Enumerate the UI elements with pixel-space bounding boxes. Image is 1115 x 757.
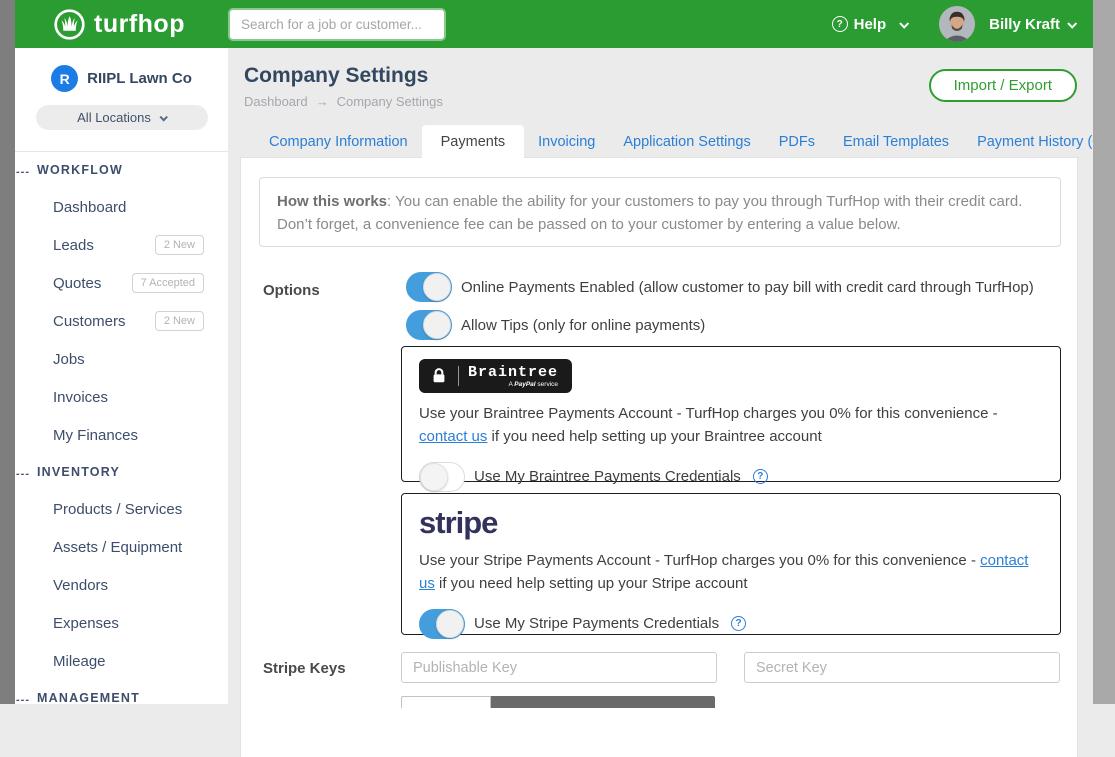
chevron-down-icon	[899, 18, 909, 28]
sidebar-item-quotes[interactable]: Quotes 7 Accepted	[15, 264, 228, 302]
toggle-knob	[436, 610, 464, 638]
how-this-works-note: How this works: You can enable the abili…	[259, 177, 1061, 247]
section-dashes-icon: ---	[16, 468, 30, 480]
braintree-help-icon[interactable]: ?	[753, 469, 768, 484]
search-input[interactable]	[230, 10, 444, 39]
sidebar-item-assets-equipment[interactable]: Assets / Equipment	[15, 528, 228, 566]
sidebar-item-dashboard[interactable]: Dashboard	[15, 188, 228, 226]
section-dashes-icon: ---	[16, 694, 30, 706]
tab-application-settings[interactable]: Application Settings	[609, 125, 764, 162]
sidebar-item-mileage[interactable]: Mileage	[15, 642, 228, 680]
scrollbar-track[interactable]	[1093, 0, 1115, 704]
allow-tips-toggle[interactable]	[406, 310, 452, 340]
brand-name: turfhop	[94, 7, 185, 41]
breadcrumb: Dashboard → Company Settings	[244, 94, 443, 109]
sidebar-item-products-services[interactable]: Products / Services	[15, 490, 228, 528]
sidebar-item-vendors[interactable]: Vendors	[15, 566, 228, 604]
brand-logo[interactable]: turfhop	[53, 7, 185, 41]
main-content: Company Settings Dashboard → Company Set…	[228, 48, 1093, 704]
publishable-key-input[interactable]	[401, 652, 717, 683]
braintree-description: Use your Braintree Payments Account - Tu…	[419, 402, 1029, 449]
stripe-description: Use your Stripe Payments Account - TurfH…	[419, 549, 1029, 596]
chevron-down-icon	[1067, 18, 1077, 28]
location-selector-label: All Locations	[77, 110, 151, 125]
stripe-help-icon[interactable]: ?	[731, 616, 746, 631]
sidebar-item-jobs[interactable]: Jobs	[15, 340, 228, 378]
sidebar-badge: 7 Accepted	[132, 273, 204, 293]
toggle-knob	[423, 273, 451, 301]
user-name: Billy Kraft	[989, 16, 1060, 33]
braintree-logo: Braintree A PayPal service	[419, 359, 572, 393]
window-left-edge	[0, 0, 15, 704]
tab-payments[interactable]: Payments	[422, 125, 524, 162]
breadcrumb-dashboard[interactable]: Dashboard	[244, 94, 308, 109]
braintree-credentials-label: Use My Braintree Payments Credentials	[474, 468, 741, 485]
help-label: Help	[854, 16, 887, 33]
breadcrumb-current: Company Settings	[337, 94, 443, 109]
braintree-credentials-toggle[interactable]	[419, 462, 465, 492]
company-block: R RIIPL Lawn Co All Locations	[15, 48, 228, 152]
sidebar-item-customers[interactable]: Customers 2 New	[15, 302, 228, 340]
top-header-bar: turfhop ? Help Billy Kraft	[0, 0, 1115, 48]
stripe-logo: stripe	[419, 506, 1043, 540]
company-logo: R	[51, 65, 78, 92]
chevron-down-icon	[159, 113, 167, 121]
braintree-wordmark: Braintree	[468, 365, 558, 381]
braintree-tagline: A PayPal service	[508, 381, 558, 388]
sidebar-badge: 2 New	[155, 235, 204, 255]
sidebar-section-workflow[interactable]: --- WORKFLOW	[15, 152, 228, 188]
online-payments-label: Online Payments Enabled (allow customer …	[461, 279, 1034, 296]
help-icon: ?	[832, 16, 848, 32]
toggle-knob	[423, 311, 451, 339]
sidebar-section-management[interactable]: --- MANAGEMENT	[15, 680, 228, 716]
braintree-contact-us-link[interactable]: contact us	[419, 428, 487, 445]
allow-tips-label: Allow Tips (only for online payments)	[461, 317, 705, 334]
sidebar-item-invoices[interactable]: Invoices	[15, 378, 228, 416]
tab-pdfs[interactable]: PDFs	[765, 125, 829, 162]
logo-divider	[458, 366, 459, 386]
stripe-credentials-label: Use My Stripe Payments Credentials	[474, 615, 719, 632]
sidebar-item-expenses[interactable]: Expenses	[15, 604, 228, 642]
help-menu[interactable]: ? Help	[832, 16, 908, 33]
toggle-knob	[420, 463, 448, 491]
payments-panel: How this works: You can enable the abili…	[240, 157, 1078, 757]
import-export-button[interactable]: Import / Export	[929, 69, 1077, 102]
breadcrumb-arrow-icon: →	[316, 94, 329, 109]
stripe-keys-label: Stripe Keys	[263, 660, 346, 677]
sidebar-item-my-finances[interactable]: My Finances	[15, 416, 228, 454]
sidebar-section-inventory[interactable]: --- INVENTORY	[15, 454, 228, 490]
cutoff-segment-dark[interactable]	[491, 696, 715, 708]
avatar[interactable]	[939, 6, 975, 42]
user-menu[interactable]: Billy Kraft	[989, 16, 1075, 33]
tab-company-information[interactable]: Company Information	[255, 125, 422, 162]
tab-email-templates[interactable]: Email Templates	[829, 125, 963, 162]
section-dashes-icon: ---	[16, 166, 30, 178]
options-label: Options	[263, 282, 320, 299]
company-name: RIIPL Lawn Co	[87, 70, 192, 87]
note-text: : You can enable the ability for your cu…	[277, 193, 1022, 233]
sidebar-nav: --- WORKFLOW Dashboard Leads 2 New Quote…	[15, 152, 228, 716]
location-selector[interactable]: All Locations	[36, 105, 208, 130]
stripe-section: stripe Use your Stripe Payments Account …	[401, 493, 1061, 635]
braintree-section: Braintree A PayPal service Use your Brai…	[401, 346, 1061, 482]
turfhop-grass-icon	[53, 8, 86, 41]
settings-tabs: Company Information Payments Invoicing A…	[255, 125, 1115, 162]
sidebar-badge: 2 New	[155, 311, 204, 331]
page-title: Company Settings	[244, 64, 428, 88]
company-row[interactable]: R RIIPL Lawn Co	[15, 65, 228, 92]
cutoff-bottom-control[interactable]	[401, 696, 715, 708]
lock-icon	[429, 366, 449, 386]
online-payments-toggle[interactable]	[406, 272, 452, 302]
note-title: How this works	[277, 193, 387, 210]
cutoff-segment-light[interactable]	[401, 696, 491, 708]
tab-invoicing[interactable]: Invoicing	[524, 125, 609, 162]
stripe-credentials-toggle[interactable]	[419, 609, 465, 639]
sidebar: R RIIPL Lawn Co All Locations --- WORKFL…	[15, 48, 228, 704]
secret-key-input[interactable]	[744, 652, 1060, 683]
sidebar-item-leads[interactable]: Leads 2 New	[15, 226, 228, 264]
